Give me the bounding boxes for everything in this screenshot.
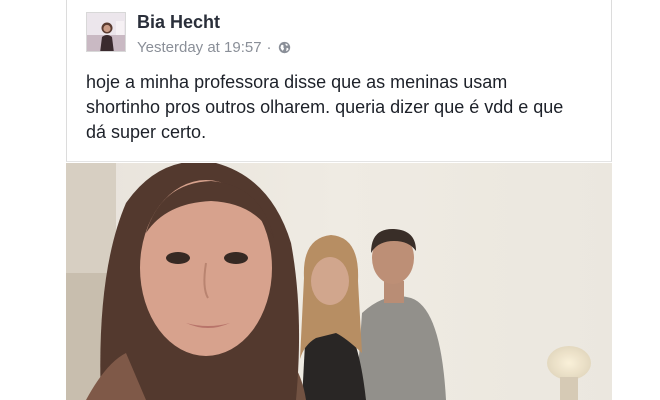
selfie-image — [66, 163, 612, 400]
post-meta: Yesterday at 19:57 · — [137, 39, 291, 56]
post-text: hoje a minha professora disse que as men… — [86, 72, 564, 142]
author-avatar[interactable] — [86, 12, 126, 52]
globe-icon[interactable] — [278, 41, 291, 54]
post-photo[interactable] — [66, 163, 612, 400]
meta-separator: · — [266, 39, 272, 56]
author-name[interactable]: Bia Hecht — [137, 12, 220, 33]
facebook-post: Bia Hecht Yesterday at 19:57 · hoje a mi… — [66, 0, 612, 400]
post-timestamp[interactable]: Yesterday at 19:57 — [137, 39, 262, 56]
avatar-image — [87, 13, 125, 51]
